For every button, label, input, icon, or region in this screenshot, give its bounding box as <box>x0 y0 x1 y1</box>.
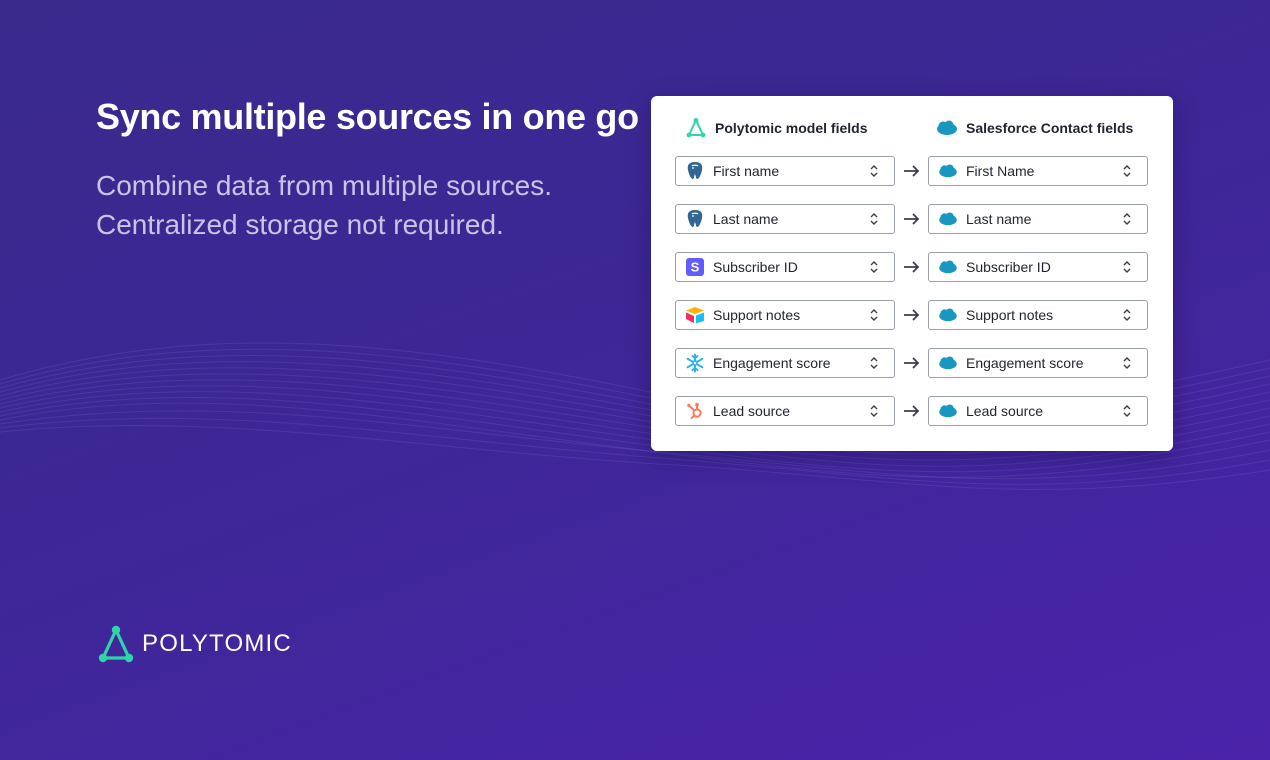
svg-text:S: S <box>691 260 700 275</box>
polytomic-logo-icon <box>98 625 134 663</box>
select-chevron-icon <box>864 257 884 277</box>
mapping-arrow-icon <box>904 165 920 177</box>
select-chevron-icon <box>1117 209 1137 229</box>
source-field-label: Lead source <box>713 403 791 419</box>
source-field-select[interactable]: Lead source <box>675 396 895 426</box>
source-field-select[interactable]: Engagement score <box>675 348 895 378</box>
select-chevron-icon <box>1117 161 1137 181</box>
target-field-label: Subscriber ID <box>966 259 1051 275</box>
salesforce-icon <box>938 305 958 325</box>
field-mapping-card: Polytomic model fields Salesforce Contac… <box>651 96 1173 451</box>
mapping-row: Support notes Support notes <box>675 300 1150 332</box>
subtext-line-1: Combine data from multiple sources. <box>96 170 552 201</box>
polytomic-wordmark: POLYTOMIC <box>142 630 292 657</box>
select-chevron-icon <box>1117 353 1137 373</box>
mapping-arrow-icon <box>904 213 920 225</box>
salesforce-icon <box>938 353 958 373</box>
source-field-label: First name <box>713 163 780 179</box>
select-chevron-icon <box>864 401 884 421</box>
stripe-icon: S <box>685 257 705 277</box>
mapping-row: First name First Name <box>675 156 1150 188</box>
hubspot-icon <box>685 401 705 421</box>
polytomic-logo: POLYTOMIC <box>96 624 292 664</box>
postgres-icon <box>685 161 705 181</box>
source-field-label: Last name <box>713 211 779 227</box>
target-field-select[interactable]: Engagement score <box>928 348 1148 378</box>
salesforce-icon <box>938 257 958 277</box>
polytomic-fields-header: Polytomic model fields <box>685 116 867 140</box>
target-field-select[interactable]: Support notes <box>928 300 1148 330</box>
salesforce-fields-header: Salesforce Contact fields <box>936 116 1133 140</box>
mapping-row: Lead source Lead source <box>675 396 1150 428</box>
source-field-select[interactable]: Support notes <box>675 300 895 330</box>
salesforce-fields-header-label: Salesforce Contact fields <box>966 120 1134 136</box>
target-field-label: Support notes <box>966 307 1054 323</box>
source-field-select[interactable]: Last name <box>675 204 895 234</box>
mapping-arrow-icon <box>904 261 920 273</box>
target-field-select[interactable]: Lead source <box>928 396 1148 426</box>
target-field-label: First Name <box>966 163 1035 179</box>
page-subtext: Combine data from multiple sources. Cent… <box>96 166 552 244</box>
airtable-icon <box>685 305 705 325</box>
source-field-select[interactable]: First name <box>675 156 895 186</box>
page-headline: Sync multiple sources in one go <box>96 96 639 137</box>
subtext-line-2: Centralized storage not required. <box>96 209 504 240</box>
target-field-label: Lead source <box>966 403 1044 419</box>
mapping-row: Last name Last name <box>675 204 1150 236</box>
source-field-label: Subscriber ID <box>713 259 798 275</box>
mapping-row: Engagement score Engagement score <box>675 348 1150 380</box>
mapping-arrow-icon <box>904 309 920 321</box>
mapping-arrow-icon <box>904 357 920 369</box>
select-chevron-icon <box>1117 401 1137 421</box>
snowflake-icon <box>685 353 705 373</box>
select-chevron-icon <box>864 209 884 229</box>
mapping-row: S Subscriber ID Subscriber ID <box>675 252 1150 284</box>
target-field-label: Last name <box>966 211 1032 227</box>
select-chevron-icon <box>1117 257 1137 277</box>
target-field-select[interactable]: Last name <box>928 204 1148 234</box>
target-field-label: Engagement score <box>966 355 1084 371</box>
source-field-label: Engagement score <box>713 355 831 371</box>
postgres-icon <box>685 209 705 229</box>
select-chevron-icon <box>864 305 884 325</box>
salesforce-icon <box>938 209 958 229</box>
select-chevron-icon <box>864 353 884 373</box>
salesforce-icon <box>938 161 958 181</box>
source-field-label: Support notes <box>713 307 801 323</box>
source-field-select[interactable]: S Subscriber ID <box>675 252 895 282</box>
polytomic-icon <box>686 117 706 138</box>
polytomic-fields-header-label: Polytomic model fields <box>715 120 868 136</box>
target-field-select[interactable]: First Name <box>928 156 1148 186</box>
salesforce-icon <box>938 401 958 421</box>
select-chevron-icon <box>1117 305 1137 325</box>
target-field-select[interactable]: Subscriber ID <box>928 252 1148 282</box>
salesforce-icon <box>937 120 957 135</box>
select-chevron-icon <box>864 161 884 181</box>
mapping-arrow-icon <box>904 405 920 417</box>
